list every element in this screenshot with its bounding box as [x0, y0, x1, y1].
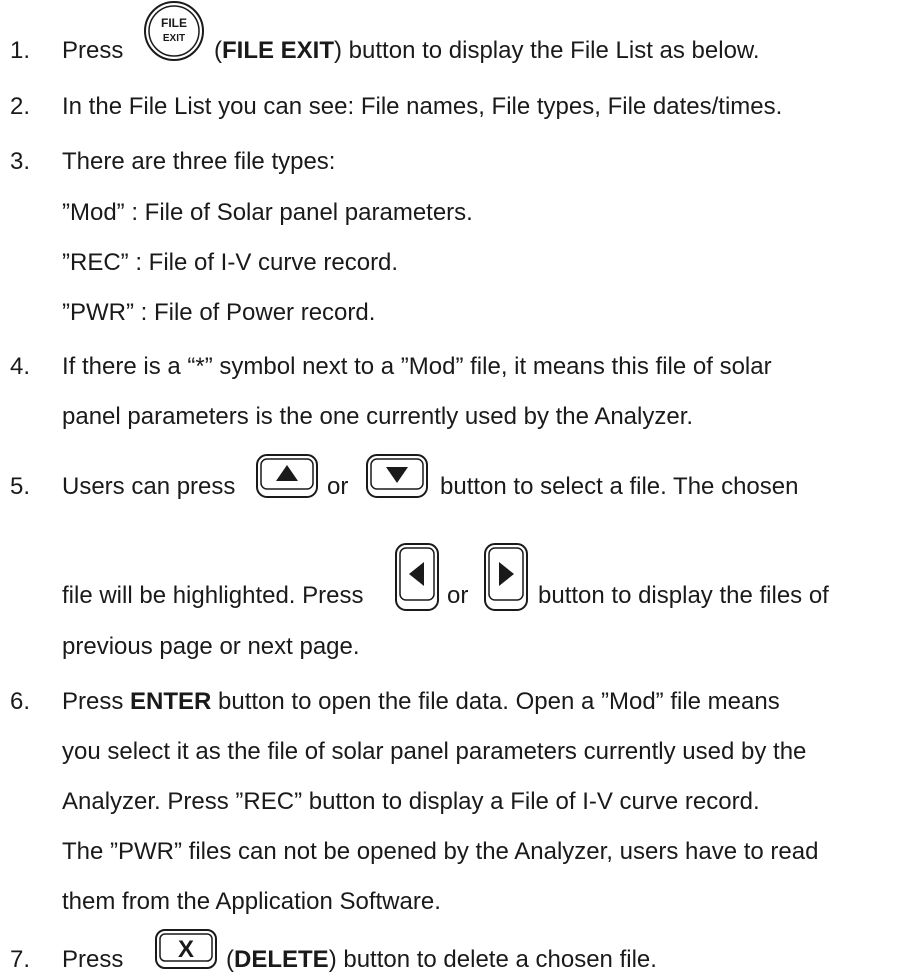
svg-text:FILE: FILE	[161, 16, 187, 30]
item-5-line-c: previous page or next page.	[62, 633, 360, 660]
svg-text:X: X	[178, 936, 194, 963]
file-exit-button-icon: FILE EXIT	[143, 0, 205, 62]
item-6-line-5: them from the Application Software.	[62, 888, 441, 915]
item-6-line-4: The ”PWR” files can not be opened by the…	[62, 838, 819, 865]
file-type-mod: ”Mod” : File of Solar panel parameters.	[62, 199, 473, 226]
file-type-rec: ”REC” : File of I-V curve record.	[62, 249, 399, 276]
item-number: 1.	[10, 37, 31, 64]
item-6-line-2: you select it as the file of solar panel…	[62, 738, 807, 765]
right-arrow-button-icon	[484, 543, 528, 611]
item-1-text: Press	[62, 37, 124, 64]
svg-text:EXIT: EXIT	[163, 33, 185, 44]
up-arrow-button-icon	[256, 454, 318, 498]
item-5-line-b: file will be highlighted. Press	[62, 582, 364, 609]
file-type-pwr: ”PWR” : File of Power record.	[62, 299, 376, 326]
item-5-a3: button to select a file. The chosen	[440, 473, 799, 500]
item-6-line-3: Analyzer. Press ”REC” button to display …	[62, 788, 760, 815]
item-1-rest: (FILE EXIT) button to display the File L…	[214, 37, 760, 64]
item-5-or-1: or	[327, 473, 349, 500]
down-arrow-button-icon	[366, 454, 428, 498]
item-5-or-2: or	[447, 582, 469, 609]
delete-x-button-icon: X	[155, 929, 217, 969]
item-4-line-2: panel parameters is the one currently us…	[62, 403, 694, 430]
item-5-b3: button to display the files of	[538, 582, 829, 609]
left-arrow-button-icon	[395, 543, 439, 611]
